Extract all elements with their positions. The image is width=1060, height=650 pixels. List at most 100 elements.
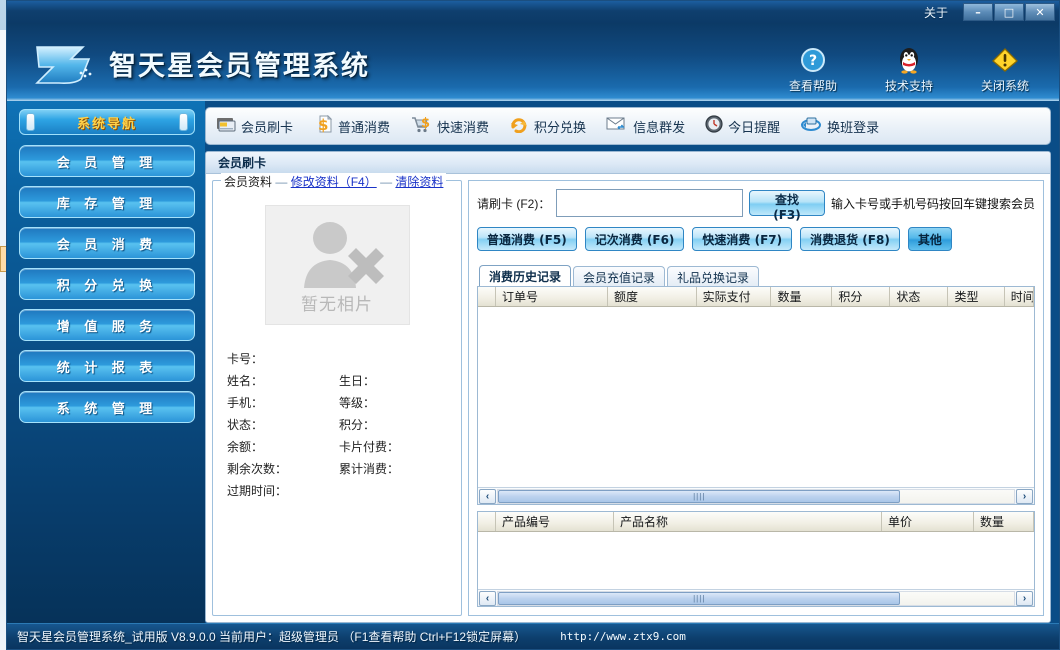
member-photo-placeholder: 暂无相片	[264, 205, 410, 325]
view-help-button[interactable]: ? 查看帮助	[777, 45, 849, 94]
quick-consumption-button[interactable]: 快速消费 (F7)	[692, 227, 793, 251]
scroll-left-arrow-icon[interactable]: ‹	[479, 488, 496, 504]
no-photo-user-icon	[304, 221, 384, 288]
status-bar: 智天星会员管理系统_试用版 V8.9.0.0 当前用户：超级管理员 （F1查看帮…	[7, 623, 1059, 649]
svg-text:?: ?	[809, 53, 817, 69]
sidebar-knob-left-icon	[26, 113, 35, 131]
tab-consumption-history[interactable]: 消费历史记录	[479, 265, 572, 287]
column-header-type[interactable]: 类型	[948, 287, 1005, 306]
toolbar-item-label: 积分兑换	[534, 119, 587, 135]
sidebar-item-system-management[interactable]: 系 统 管 理	[19, 391, 195, 423]
column-header-product-name[interactable]: 产品名称	[614, 512, 882, 531]
column-header-time[interactable]: 时间	[1005, 287, 1034, 306]
scrollbar-thumb[interactable]: ||||	[498, 591, 901, 605]
field-label-balance: 余额：	[227, 439, 264, 454]
page-title: 智天星会员管理系统	[109, 50, 370, 82]
sidebar-item-label: 积 分 兑 换	[56, 278, 158, 294]
minimize-icon: –	[975, 6, 981, 19]
field-label-status: 状态：	[227, 417, 264, 432]
status-url-text[interactable]: http://www.ztx9.com	[560, 630, 686, 643]
toolbar-quick-consumption[interactable]: $ 快速消费	[410, 115, 489, 138]
tab-gift-exchange-records[interactable]: 礼品兑换记录	[667, 266, 760, 287]
application-window: 关于 – □ ✕ 智天星会员管理系统 ? 查看帮助 技术支持 关闭系统 系统导航…	[6, 0, 1060, 650]
column-header-quantity[interactable]: 数量	[771, 287, 833, 306]
scrollbar-track[interactable]: ||||	[497, 488, 1015, 504]
sidebar-item-member-consumption[interactable]: 会 员 消 费	[19, 227, 195, 259]
card-swipe-icon	[216, 116, 236, 137]
member-field-row: 状态： 积分：	[227, 413, 451, 435]
close-icon: ✕	[1035, 6, 1045, 19]
grid-header-row: 产品编号 产品名称 单价 数量	[478, 512, 1034, 532]
scroll-left-arrow-icon[interactable]: ‹	[479, 590, 496, 606]
member-groupbox-legend: 会员资料 — 修改资料（F4） — 清除资料	[221, 173, 447, 190]
edit-member-link[interactable]: 修改资料（F4）	[291, 175, 377, 189]
field-label-level: 等级：	[339, 395, 376, 410]
column-header-quantity[interactable]: 数量	[974, 512, 1034, 531]
horizontal-scrollbar[interactable]: ‹ |||| ›	[478, 589, 1034, 606]
search-label: 请刷卡 (F2)：	[477, 196, 551, 211]
about-menu[interactable]: 关于	[924, 4, 948, 21]
scrollbar-thumb[interactable]: ||||	[498, 489, 901, 503]
sidebar-item-points-exchange[interactable]: 积 分 兑 换	[19, 268, 195, 300]
column-header-points[interactable]: 积分	[832, 287, 891, 306]
normal-consumption-button[interactable]: 普通消费 (F5)	[477, 227, 577, 251]
tech-support-button[interactable]: 技术支持	[873, 45, 945, 94]
other-button[interactable]: 其他	[907, 227, 952, 251]
scrollbar-track[interactable]: ||||	[497, 590, 1015, 606]
grid-corner-cell	[478, 287, 496, 306]
sidebar: 系统导航 会 员 管 理 库 存 管 理 会 员 消 费 积 分 兑 换 增 值…	[7, 101, 205, 623]
field-label-birthday: 生日：	[339, 373, 376, 388]
sidebar-item-inventory-management[interactable]: 库 存 管 理	[19, 186, 195, 218]
grid-header-row: 订单号 额度 实际支付 数量 积分 状态 类型 时间	[478, 287, 1034, 307]
member-field-row: 余额： 卡片付费：	[227, 435, 451, 457]
column-header-order-no[interactable]: 订单号	[496, 287, 608, 306]
legend-separator-2: —	[380, 175, 393, 189]
header-banner: 智天星会员管理系统 ? 查看帮助 技术支持 关闭系统	[7, 23, 1059, 101]
toolbar-bulk-message[interactable]: 信息群发	[606, 116, 685, 137]
sidebar-item-label: 会 员 管 理	[56, 155, 158, 171]
consumption-return-button[interactable]: 消费退货 (F8)	[800, 227, 900, 251]
find-button[interactable]: 查找 (F3)	[748, 190, 825, 222]
toolbar-shift-login[interactable]: 换班登录	[800, 116, 879, 137]
toolbar-today-reminder[interactable]: 今日提醒	[705, 114, 781, 138]
column-header-status[interactable]: 状态	[890, 287, 949, 306]
toolbar-points-exchange[interactable]: 积分兑换	[509, 115, 586, 138]
sidebar-item-value-added-service[interactable]: 增 值 服 务	[19, 309, 195, 341]
no-photo-caption: 暂无相片	[301, 294, 373, 315]
toolbar-normal-consumption[interactable]: $ 普通消费	[313, 114, 390, 138]
times-consumption-button[interactable]: 记次消费 (F6)	[584, 227, 685, 251]
clear-member-link[interactable]: 清除资料	[395, 175, 443, 189]
column-header-unit-price[interactable]: 单价	[882, 512, 974, 531]
scroll-right-arrow-icon[interactable]: ›	[1016, 488, 1033, 504]
search-input[interactable]	[556, 189, 743, 217]
column-header-product-no[interactable]: 产品编号	[496, 512, 614, 531]
switch-user-icon	[800, 116, 822, 137]
clock-icon	[705, 114, 723, 138]
field-label-expiry-time: 过期时间：	[227, 483, 288, 498]
minimize-button[interactable]: –	[963, 3, 993, 21]
toolbar-item-label: 会员刷卡	[241, 119, 294, 135]
column-header-actual-payment[interactable]: 实际支付	[697, 287, 772, 306]
member-info-groupbox: 会员资料 — 修改资料（F4） — 清除资料 暂无相片 卡号： 姓名： 生日： …	[212, 173, 462, 616]
close-system-button[interactable]: 关闭系统	[969, 45, 1041, 94]
tab-recharge-records[interactable]: 会员充值记录	[573, 266, 666, 287]
scroll-right-arrow-icon[interactable]: ›	[1016, 590, 1033, 606]
product-detail-grid: 产品编号 产品名称 单价 数量 ‹ |||| ›	[477, 511, 1035, 607]
transaction-area: 请刷卡 (F2)： 查找 (F3) 输入卡号或手机号码按回车键搜索会员 普通消费…	[468, 180, 1044, 616]
maximize-icon: □	[1003, 6, 1015, 19]
maximize-button[interactable]: □	[994, 3, 1024, 21]
horizontal-scrollbar[interactable]: ‹ |||| ›	[478, 487, 1034, 504]
record-tabs: 消费历史记录 会员充值记录 礼品兑换记录	[477, 265, 1035, 287]
mail-envelope-icon	[606, 116, 628, 137]
toolbar-member-card-swipe[interactable]: 会员刷卡	[216, 116, 293, 137]
toolbar-item-label: 今日提醒	[728, 119, 781, 135]
sidebar-item-statistics-report[interactable]: 统 计 报 表	[19, 350, 195, 382]
field-label-remaining-times: 剩余次数：	[227, 461, 288, 476]
consumption-history-grid: 订单号 额度 实际支付 数量 积分 状态 类型 时间 ‹ |||| ›	[477, 286, 1035, 505]
column-header-amount[interactable]: 额度	[608, 287, 697, 306]
sidebar-item-member-management[interactable]: 会 员 管 理	[19, 145, 195, 177]
field-label-points: 积分：	[339, 417, 376, 432]
close-button[interactable]: ✕	[1025, 3, 1055, 21]
panel-body: 会员资料 — 修改资料（F4） — 清除资料 暂无相片 卡号： 姓名： 生日： …	[206, 173, 1050, 622]
content-panel: 会员刷卡 会员资料 — 修改资料（F4） — 清除资料 暂无相片 卡号： 姓名：…	[205, 151, 1051, 623]
